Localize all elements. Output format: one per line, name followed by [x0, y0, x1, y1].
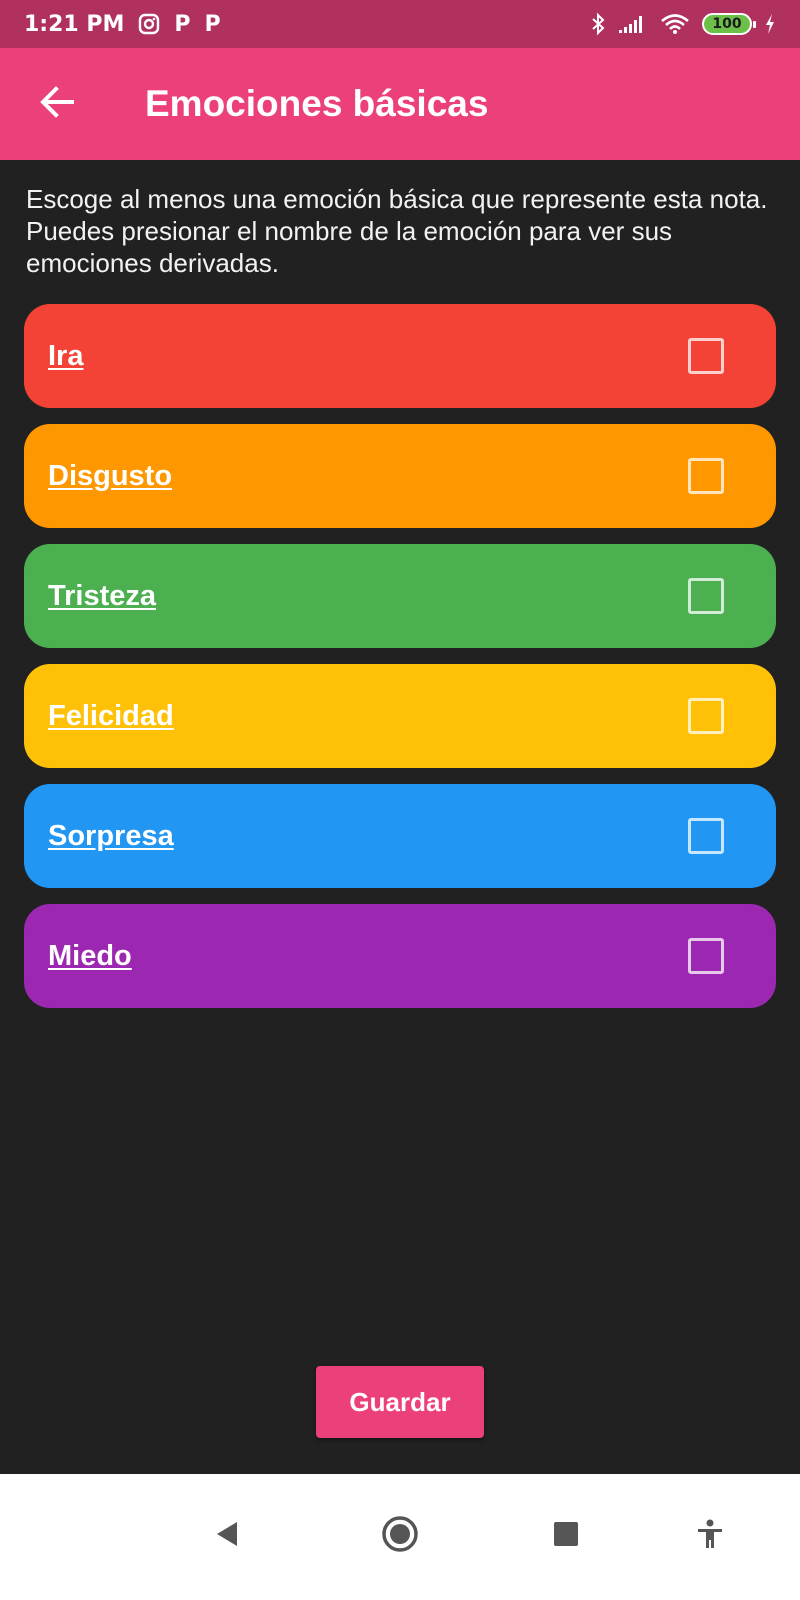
emotion-card-ira[interactable]: Ira: [24, 304, 776, 408]
back-button[interactable]: [25, 72, 89, 136]
app-bar: Emociones básicas: [0, 48, 800, 160]
battery-icon: 100: [702, 13, 756, 35]
emotion-checkbox[interactable]: [688, 578, 724, 614]
emotion-name-link[interactable]: Tristeza: [48, 580, 156, 613]
system-nav-bar: [0, 1474, 800, 1600]
emotion-card-tristeza[interactable]: Tristeza: [24, 544, 776, 648]
p-icon: P: [174, 11, 191, 37]
back-triangle-icon[interactable]: [196, 1502, 260, 1566]
arrow-back-icon: [39, 84, 75, 125]
emotion-name-link[interactable]: Ira: [48, 340, 83, 373]
emotion-list: Ira Disgusto Tristeza Felicidad Sorpresa…: [24, 304, 776, 1024]
recents-square-icon[interactable]: [534, 1502, 598, 1566]
emotion-card-felicidad[interactable]: Felicidad: [24, 664, 776, 768]
instructions-text: Escoge al menos una emoción básica que r…: [26, 184, 768, 278]
save-button[interactable]: Guardar: [316, 1366, 484, 1438]
emotion-checkbox[interactable]: [688, 458, 724, 494]
signal-icon: [618, 14, 648, 34]
wifi-icon: [660, 13, 690, 35]
status-time: 1:21 PM: [24, 11, 125, 37]
status-bar: 1:21 PM P P 100: [0, 0, 800, 48]
bluetooth-icon: [590, 12, 606, 36]
emotion-checkbox[interactable]: [688, 338, 724, 374]
instagram-icon: [138, 13, 160, 35]
charging-icon: [764, 13, 776, 35]
p-icon: P: [204, 11, 221, 37]
emotion-card-disgusto[interactable]: Disgusto: [24, 424, 776, 528]
emotion-name-link[interactable]: Felicidad: [48, 700, 174, 733]
emotion-card-miedo[interactable]: Miedo: [24, 904, 776, 1008]
accessibility-icon[interactable]: [678, 1502, 742, 1566]
emotion-name-link[interactable]: Miedo: [48, 940, 132, 973]
emotion-name-link[interactable]: Disgusto: [48, 460, 172, 493]
home-circle-icon[interactable]: [368, 1502, 432, 1566]
emotion-card-sorpresa[interactable]: Sorpresa: [24, 784, 776, 888]
emotion-checkbox[interactable]: [688, 818, 724, 854]
emotion-checkbox[interactable]: [688, 938, 724, 974]
page-title: Emociones básicas: [145, 83, 489, 124]
emotion-checkbox[interactable]: [688, 698, 724, 734]
emotion-name-link[interactable]: Sorpresa: [48, 820, 174, 853]
